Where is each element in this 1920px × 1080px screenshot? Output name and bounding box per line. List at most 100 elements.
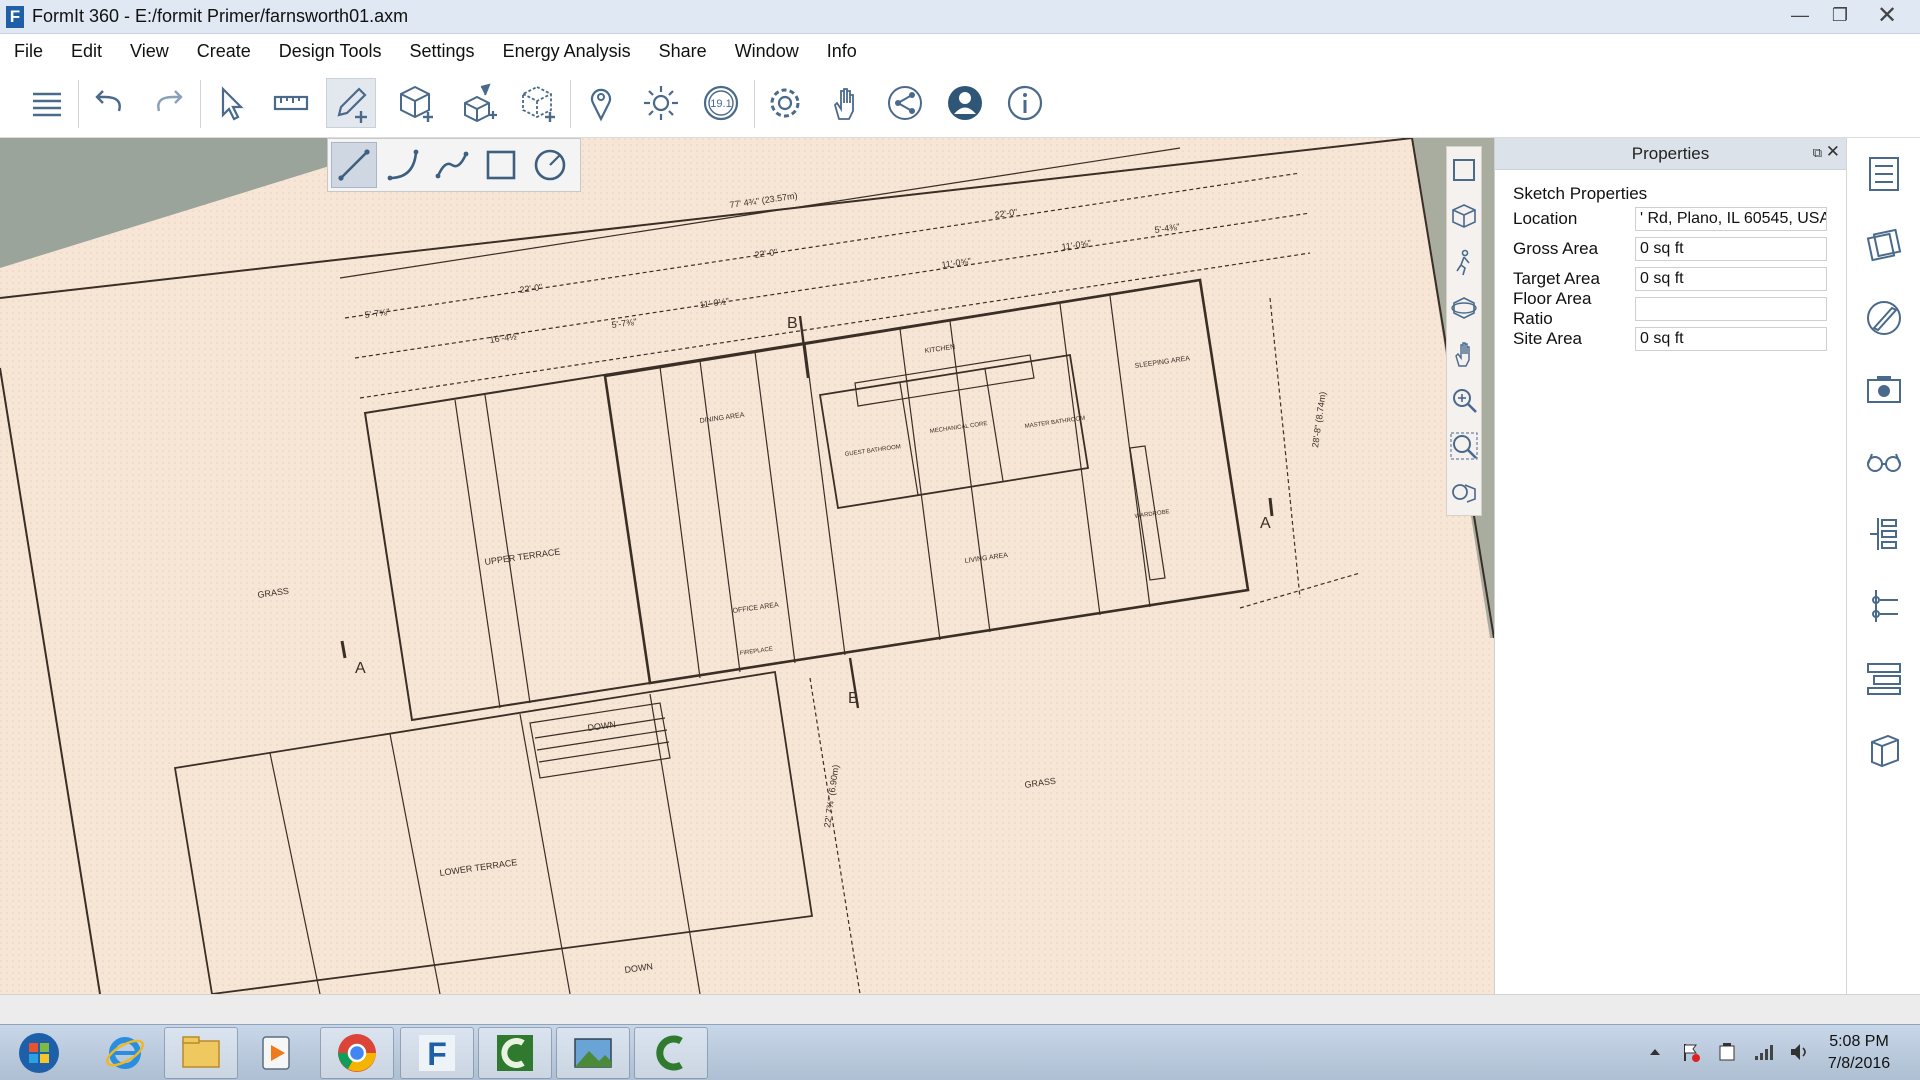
- toolbar-separator: [570, 80, 571, 128]
- toolbar-separator: [78, 80, 79, 128]
- toolbar-separator: [200, 80, 201, 128]
- sketch-pencil-icon[interactable]: [326, 78, 376, 128]
- version-badge-text: 19.1: [710, 98, 731, 110]
- menu-view[interactable]: View: [116, 41, 183, 62]
- section-marker-a: A: [1260, 515, 1271, 532]
- menu-energy-analysis[interactable]: Energy Analysis: [489, 41, 645, 62]
- walk-icon[interactable]: [1447, 239, 1481, 285]
- volume-icon[interactable]: [1788, 1041, 1810, 1063]
- media-player-icon[interactable]: [240, 1027, 314, 1079]
- spline-icon[interactable]: [429, 142, 475, 188]
- camtasia-icon[interactable]: [478, 1027, 552, 1079]
- line-icon[interactable]: [331, 142, 377, 188]
- zoom-in-icon[interactable]: [1447, 377, 1481, 423]
- photos-icon[interactable]: [556, 1027, 630, 1079]
- location-field[interactable]: ' Rd, Plano, IL 60545, USA: [1635, 207, 1827, 231]
- battery-icon[interactable]: [1716, 1041, 1738, 1063]
- circle-icon[interactable]: [527, 142, 573, 188]
- menu-design-tools[interactable]: Design Tools: [265, 41, 396, 62]
- zoom-window-icon[interactable]: [1447, 423, 1481, 469]
- user-icon[interactable]: [940, 78, 990, 128]
- visual-styles-glasses-icon[interactable]: [1847, 426, 1920, 498]
- status-strip: [0, 994, 1920, 1024]
- pan-hand-icon[interactable]: [1447, 331, 1481, 377]
- share-icon[interactable]: [880, 78, 930, 128]
- menu-create[interactable]: Create: [183, 41, 265, 62]
- sun-icon[interactable]: [636, 78, 686, 128]
- formit-icon[interactable]: F: [400, 1027, 474, 1079]
- menu-info[interactable]: Info: [813, 41, 871, 62]
- file-explorer-icon[interactable]: [164, 1027, 238, 1079]
- chrome-icon[interactable]: [320, 1027, 394, 1079]
- menu-file[interactable]: File: [0, 41, 57, 62]
- layers-icon[interactable]: [22, 78, 72, 128]
- panel-dock: [1846, 138, 1920, 994]
- scenes-camera-icon[interactable]: [1847, 354, 1920, 426]
- groups-icon[interactable]: [1847, 642, 1920, 714]
- navigation-bar: [1446, 146, 1482, 516]
- rectangle-icon[interactable]: [478, 142, 524, 188]
- property-row-location: Location ' Rd, Plano, IL 60545, USA: [1513, 204, 1846, 234]
- toolbar-separator: [754, 80, 755, 128]
- target-area-field[interactable]: 0 sq ft: [1635, 267, 1827, 291]
- system-clock[interactable]: 5:08 PM 7/8/2016: [1814, 1031, 1904, 1075]
- properties-title: Properties: [1631, 143, 1710, 163]
- svg-text:F: F: [427, 1036, 447, 1072]
- measure-icon[interactable]: [266, 78, 316, 128]
- group-add-icon[interactable]: [512, 78, 562, 128]
- floor-plan-image: GRASS GRASS UPPER TERRACE LOWER TERRACE …: [0, 138, 1494, 994]
- info-icon[interactable]: [1000, 78, 1050, 128]
- window-title: FormIt 360 - E:/formit Primer/farnsworth…: [32, 6, 409, 26]
- start-orb-icon[interactable]: [6, 1027, 72, 1079]
- menu-edit[interactable]: Edit: [57, 41, 116, 62]
- layers-panel-icon[interactable]: [1847, 570, 1920, 642]
- menu-window[interactable]: Window: [721, 41, 813, 62]
- gesture-hand-icon[interactable]: [820, 78, 870, 128]
- main-toolbar: 19.1: [0, 68, 1920, 138]
- undo-icon[interactable]: [84, 78, 134, 128]
- push-pull-icon[interactable]: [452, 78, 502, 128]
- network-signal-icon[interactable]: [1752, 1041, 1774, 1063]
- levels-icon[interactable]: [1847, 498, 1920, 570]
- orbit-icon[interactable]: [1447, 285, 1481, 331]
- zoom-extents-icon[interactable]: [1447, 147, 1481, 193]
- select-icon[interactable]: [206, 78, 256, 128]
- menu-bar: File Edit View Create Design Tools Setti…: [0, 34, 1920, 68]
- version-badge-icon[interactable]: 19.1: [696, 78, 746, 128]
- show-hidden-icons-icon[interactable]: [1644, 1041, 1666, 1063]
- look-icon[interactable]: [1447, 469, 1481, 515]
- close-button[interactable]: ✕: [1860, 2, 1914, 29]
- materials-icon[interactable]: [1847, 210, 1920, 282]
- window-controls: — ❐ ✕: [1780, 2, 1914, 29]
- properties-panel-icon[interactable]: [1847, 138, 1920, 210]
- camtasia-recorder-icon[interactable]: [634, 1027, 708, 1079]
- minimize-button[interactable]: —: [1780, 2, 1820, 28]
- redo-icon[interactable]: [144, 78, 194, 128]
- menu-settings[interactable]: Settings: [396, 41, 489, 62]
- property-label: Site Area: [1513, 329, 1582, 348]
- action-center-flag-icon[interactable]: [1680, 1041, 1702, 1063]
- location-pin-icon[interactable]: [576, 78, 626, 128]
- clock-time: 5:08 PM: [1829, 1033, 1889, 1050]
- style-brush-icon[interactable]: [1847, 282, 1920, 354]
- site-area-field[interactable]: 0 sq ft: [1635, 327, 1827, 351]
- gross-area-field[interactable]: 0 sq ft: [1635, 237, 1827, 261]
- section-marker-b: B: [848, 690, 859, 707]
- menu-share[interactable]: Share: [645, 41, 721, 62]
- settings-gear-icon[interactable]: [760, 78, 810, 128]
- section-marker-b: B: [787, 315, 798, 332]
- restore-button[interactable]: ❐: [1820, 2, 1860, 28]
- system-tray: [1644, 1041, 1810, 1063]
- view-cube-icon[interactable]: [1447, 193, 1481, 239]
- property-label: Gross Area: [1513, 239, 1599, 258]
- close-panel-icon[interactable]: ✕: [1826, 142, 1840, 162]
- pin-icon[interactable]: ⧉: [1813, 145, 1822, 161]
- taskbar: F 5:08 PM 7/8/2016: [0, 1024, 1920, 1080]
- drawing-canvas[interactable]: GRASS GRASS UPPER TERRACE LOWER TERRACE …: [0, 138, 1494, 994]
- cube-add-icon[interactable]: [390, 78, 440, 128]
- internet-explorer-icon[interactable]: [88, 1027, 162, 1079]
- arc-icon[interactable]: [380, 142, 426, 188]
- floor-area-ratio-field[interactable]: [1635, 297, 1827, 321]
- property-label: Location: [1513, 209, 1578, 228]
- content-library-icon[interactable]: [1847, 714, 1920, 786]
